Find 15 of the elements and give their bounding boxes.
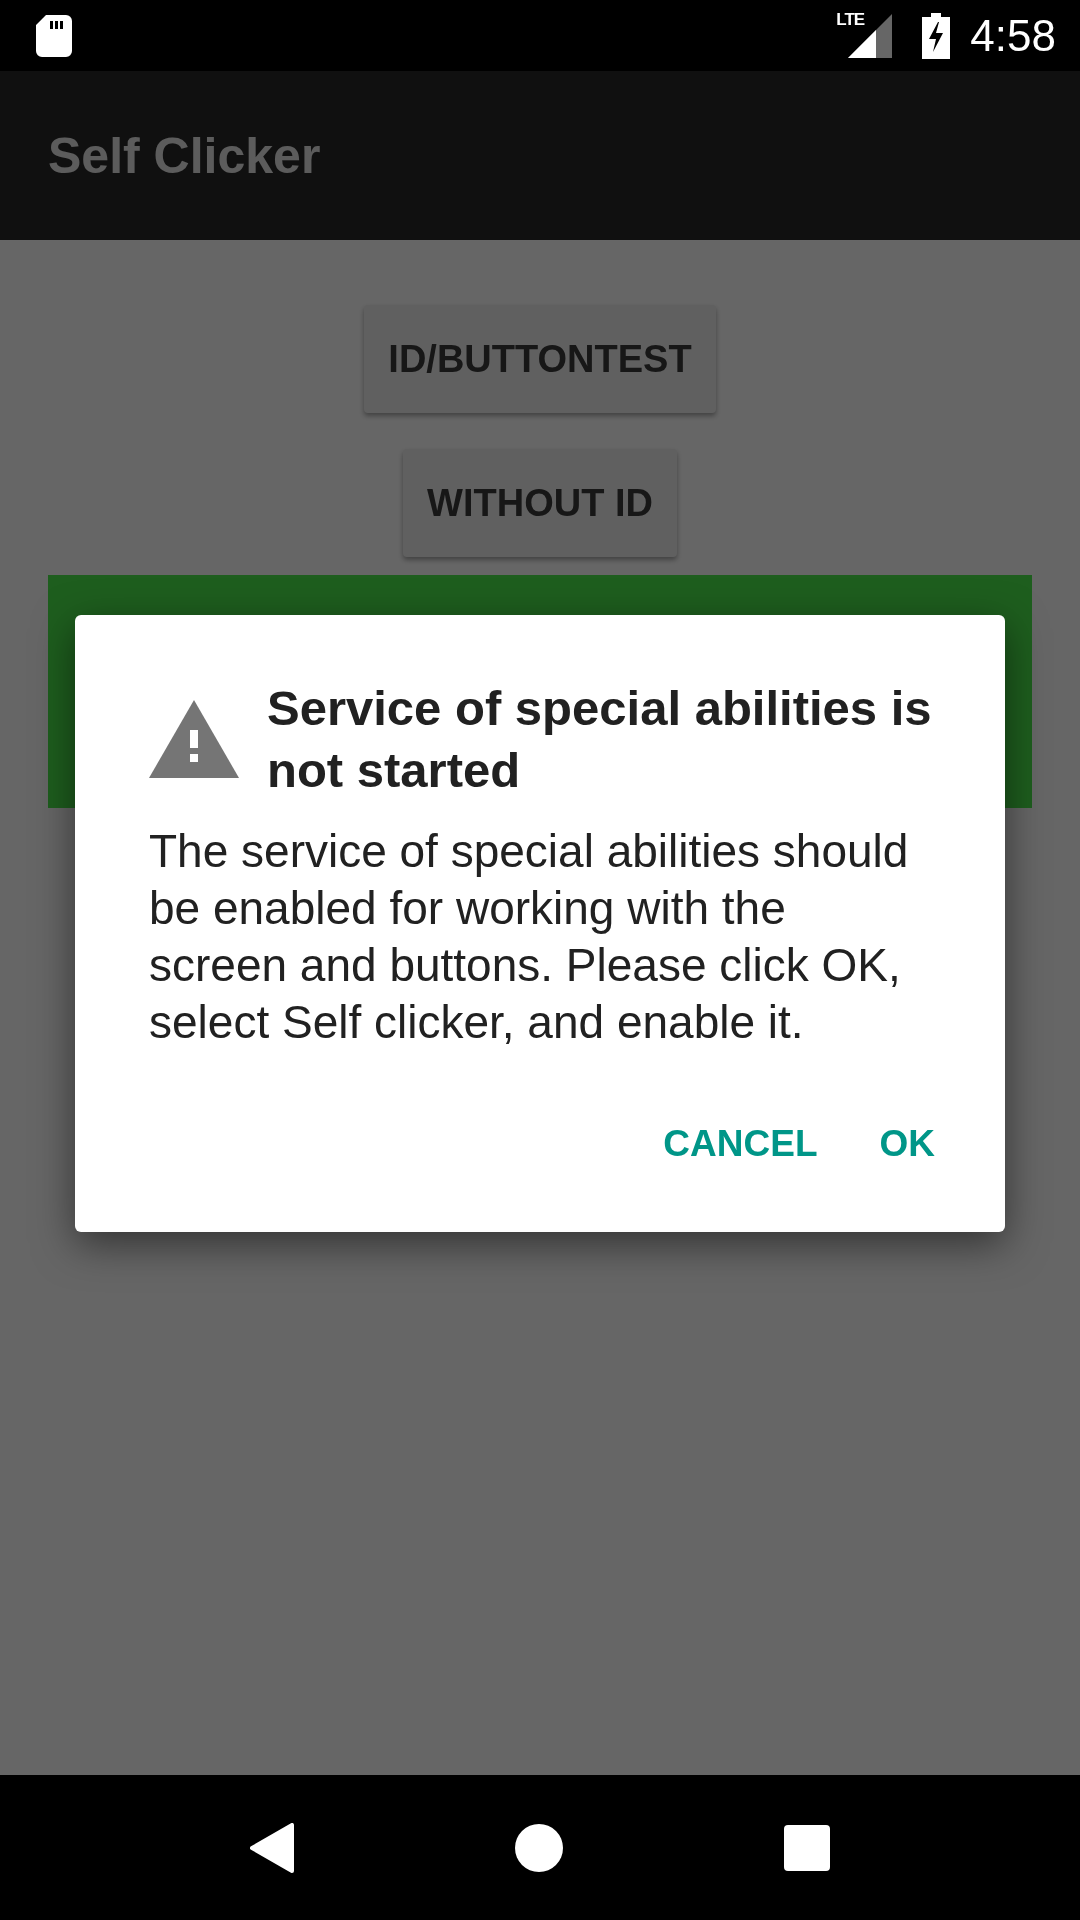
sd-card-icon (36, 14, 72, 57)
app-button[interactable]: WITHOUT ID (403, 449, 677, 557)
network-type: LTE (836, 9, 865, 30)
clock: 4:58 (970, 10, 1056, 61)
home-icon[interactable] (515, 1823, 563, 1872)
warning-icon (149, 700, 239, 778)
battery-charging-icon (922, 12, 951, 59)
dialog-message: The service of special abilities should be enabled for working with the screen and buttons. Please click OK, select Self clicker, and enable it. (149, 824, 910, 1050)
back-icon[interactable] (250, 1822, 295, 1873)
recents-icon[interactable] (783, 1824, 830, 1871)
dialog-title: Service of special abilities is not started (267, 680, 933, 799)
dialog-action[interactable]: CANCEL (647, 1111, 834, 1177)
dialog-action[interactable]: OK (863, 1111, 951, 1177)
app-title: Self Clicker (48, 126, 321, 185)
app-button[interactable]: ID/BUTTONTEST (364, 305, 716, 413)
